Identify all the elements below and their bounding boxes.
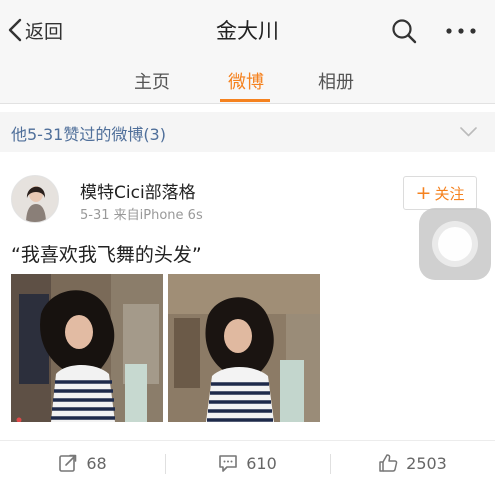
chevron-down-icon[interactable] <box>460 127 477 137</box>
comment-icon <box>219 455 238 472</box>
post-date: 5-31 <box>80 208 110 223</box>
liked-posts-header[interactable]: 他5-31赞过的微博(3) <box>0 112 495 152</box>
comment-count: 610 <box>246 453 277 473</box>
more-icon[interactable] <box>445 26 477 36</box>
post-source: 来自iPhone 6s <box>113 208 203 223</box>
page-title: 金大川 <box>216 19 279 43</box>
active-tab-indicator <box>220 99 270 102</box>
back-button[interactable]: 返回 <box>8 17 63 43</box>
assistive-center <box>438 227 472 261</box>
action-divider <box>165 454 166 474</box>
plus-icon: + <box>415 181 432 204</box>
tab-home[interactable]: 主页 <box>134 68 170 94</box>
back-label: 返回 <box>25 20 64 43</box>
navigation-bar: 返回 金大川 <box>0 0 495 58</box>
follow-button[interactable]: + 关注 <box>403 176 477 210</box>
follow-label: 关注 <box>434 184 465 203</box>
like-button[interactable]: 2503 <box>330 441 495 484</box>
section-title: 他5-31赞过的微博(3) <box>11 125 166 144</box>
repost-icon <box>59 454 77 472</box>
action-divider <box>330 454 331 474</box>
like-icon <box>379 454 398 472</box>
search-icon[interactable] <box>391 18 417 44</box>
avatar[interactable] <box>11 175 59 223</box>
post-author[interactable]: 模特Cici部落格 <box>80 178 196 203</box>
repost-button[interactable]: 68 <box>0 441 165 484</box>
assistive-touch-button[interactable] <box>419 208 491 280</box>
back-chevron-icon <box>8 18 22 42</box>
tab-weibo[interactable]: 微博 <box>228 68 264 94</box>
profile-tabs: 主页 微博 相册 <box>0 58 495 104</box>
comment-button[interactable]: 610 <box>165 441 330 484</box>
post-photo[interactable] <box>168 274 320 422</box>
post-action-bar: 68 610 2503 <box>0 440 495 484</box>
like-count: 2503 <box>406 453 447 473</box>
post-text: “我喜欢我飞舞的头发” <box>11 244 202 266</box>
post-meta: 5-31 来自iPhone 6s <box>80 204 203 223</box>
repost-count: 68 <box>86 453 107 473</box>
tab-album[interactable]: 相册 <box>318 68 354 94</box>
post-photo[interactable] <box>11 274 163 422</box>
